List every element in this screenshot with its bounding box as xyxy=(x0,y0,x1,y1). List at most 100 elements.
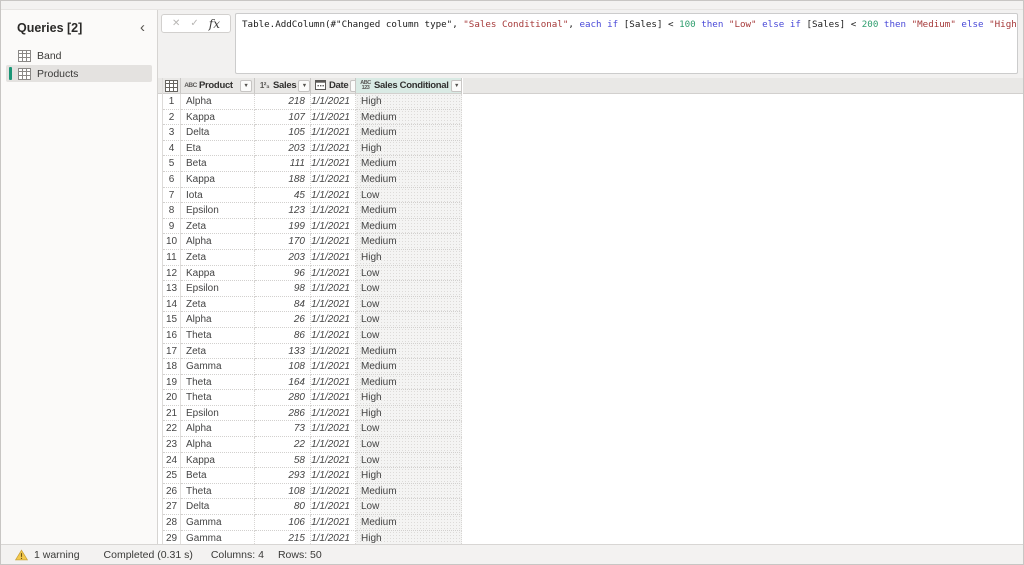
cell-sales[interactable]: 80 xyxy=(255,499,311,515)
select-all-button[interactable] xyxy=(163,78,181,94)
cell-sales[interactable]: 86 xyxy=(255,328,311,344)
cell-product[interactable]: Delta xyxy=(181,499,255,515)
cell-product[interactable]: Iota xyxy=(181,188,255,204)
cell-date[interactable]: 1/1/2021 xyxy=(311,281,356,297)
cell-date[interactable]: 1/1/2021 xyxy=(311,390,356,406)
cell-sales-conditional[interactable]: Medium xyxy=(356,203,462,219)
cell-date[interactable]: 1/1/2021 xyxy=(311,468,356,484)
row-number[interactable]: 14 xyxy=(163,297,181,313)
cell-date[interactable]: 1/1/2021 xyxy=(311,375,356,391)
cell-date[interactable]: 1/1/2021 xyxy=(311,453,356,469)
cell-sales[interactable]: 123 xyxy=(255,203,311,219)
row-number[interactable]: 21 xyxy=(163,406,181,422)
cell-sales-conditional[interactable]: High xyxy=(356,406,462,422)
cell-sales-conditional[interactable]: Low xyxy=(356,328,462,344)
cell-product[interactable]: Theta xyxy=(181,375,255,391)
cell-sales[interactable]: 26 xyxy=(255,312,311,328)
cell-sales-conditional[interactable]: High xyxy=(356,531,462,544)
filter-dropdown-sales-conditional[interactable]: ▼ xyxy=(451,80,462,92)
cell-product[interactable]: Zeta xyxy=(181,344,255,360)
cell-product[interactable]: Zeta xyxy=(181,297,255,313)
cell-date[interactable]: 1/1/2021 xyxy=(311,188,356,204)
cell-product[interactable]: Beta xyxy=(181,468,255,484)
query-item-band[interactable]: Band xyxy=(6,47,152,64)
cell-sales[interactable]: 22 xyxy=(255,437,311,453)
cell-date[interactable]: 1/1/2021 xyxy=(311,406,356,422)
row-number[interactable]: 8 xyxy=(163,203,181,219)
cell-sales-conditional[interactable]: Medium xyxy=(356,515,462,531)
row-number[interactable]: 18 xyxy=(163,359,181,375)
filter-dropdown-sales[interactable]: ▼ xyxy=(298,80,310,92)
filter-dropdown-product[interactable]: ▼ xyxy=(240,80,252,92)
cell-sales-conditional[interactable]: Low xyxy=(356,499,462,515)
cell-product[interactable]: Theta xyxy=(181,484,255,500)
cell-sales[interactable]: 45 xyxy=(255,188,311,204)
cell-product[interactable]: Gamma xyxy=(181,531,255,544)
row-number[interactable]: 2 xyxy=(163,110,181,126)
row-number[interactable]: 1 xyxy=(163,94,181,110)
row-number[interactable]: 10 xyxy=(163,234,181,250)
column-header-date[interactable]: Date▼ xyxy=(311,78,356,94)
collapse-panel-icon[interactable]: ‹ xyxy=(140,23,145,33)
cell-sales[interactable]: 203 xyxy=(255,141,311,157)
cell-sales-conditional[interactable]: Low xyxy=(356,281,462,297)
cell-product[interactable]: Epsilon xyxy=(181,281,255,297)
row-number[interactable]: 17 xyxy=(163,344,181,360)
cell-date[interactable]: 1/1/2021 xyxy=(311,266,356,282)
cell-date[interactable]: 1/1/2021 xyxy=(311,531,356,544)
cell-sales[interactable]: 293 xyxy=(255,468,311,484)
cell-date[interactable]: 1/1/2021 xyxy=(311,297,356,313)
cell-product[interactable]: Kappa xyxy=(181,110,255,126)
cell-sales[interactable]: 98 xyxy=(255,281,311,297)
row-number[interactable]: 20 xyxy=(163,390,181,406)
cell-sales[interactable]: 164 xyxy=(255,375,311,391)
cell-product[interactable]: Epsilon xyxy=(181,406,255,422)
cell-sales[interactable]: 133 xyxy=(255,344,311,360)
cell-sales[interactable]: 215 xyxy=(255,531,311,544)
row-number[interactable]: 16 xyxy=(163,328,181,344)
row-number[interactable]: 4 xyxy=(163,141,181,157)
cell-sales[interactable]: 280 xyxy=(255,390,311,406)
formula-input[interactable]: Table.AddColumn(#"Changed column type", … xyxy=(235,13,1018,74)
column-header-sales-conditional[interactable]: ABC123Sales Conditional▼ xyxy=(356,78,462,94)
cell-sales-conditional[interactable]: Medium xyxy=(356,156,462,172)
cell-sales[interactable]: 170 xyxy=(255,234,311,250)
cell-product[interactable]: Gamma xyxy=(181,515,255,531)
cell-date[interactable]: 1/1/2021 xyxy=(311,499,356,515)
cell-product[interactable]: Alpha xyxy=(181,312,255,328)
cell-product[interactable]: Alpha xyxy=(181,421,255,437)
cell-sales-conditional[interactable]: High xyxy=(356,468,462,484)
cell-product[interactable]: Zeta xyxy=(181,219,255,235)
cell-sales-conditional[interactable]: Medium xyxy=(356,344,462,360)
cell-sales[interactable]: 96 xyxy=(255,266,311,282)
query-item-products[interactable]: Products xyxy=(6,65,152,82)
cancel-icon[interactable]: ✕ xyxy=(172,19,180,29)
cell-product[interactable]: Zeta xyxy=(181,250,255,266)
cell-sales[interactable]: 105 xyxy=(255,125,311,141)
cell-product[interactable]: Gamma xyxy=(181,359,255,375)
row-number[interactable]: 5 xyxy=(163,156,181,172)
row-number[interactable]: 11 xyxy=(163,250,181,266)
cell-sales[interactable]: 108 xyxy=(255,484,311,500)
cell-sales-conditional[interactable]: Low xyxy=(356,266,462,282)
cell-sales[interactable]: 188 xyxy=(255,172,311,188)
cell-sales-conditional[interactable]: High xyxy=(356,390,462,406)
cell-date[interactable]: 1/1/2021 xyxy=(311,156,356,172)
row-number[interactable]: 12 xyxy=(163,266,181,282)
cell-sales-conditional[interactable]: Medium xyxy=(356,234,462,250)
row-number[interactable]: 24 xyxy=(163,453,181,469)
cell-date[interactable]: 1/1/2021 xyxy=(311,94,356,110)
cell-sales-conditional[interactable]: High xyxy=(356,141,462,157)
row-number[interactable]: 22 xyxy=(163,421,181,437)
cell-date[interactable]: 1/1/2021 xyxy=(311,234,356,250)
cell-sales-conditional[interactable]: High xyxy=(356,94,462,110)
cell-date[interactable]: 1/1/2021 xyxy=(311,437,356,453)
cell-date[interactable]: 1/1/2021 xyxy=(311,125,356,141)
row-number[interactable]: 6 xyxy=(163,172,181,188)
cell-product[interactable]: Alpha xyxy=(181,234,255,250)
cell-date[interactable]: 1/1/2021 xyxy=(311,110,356,126)
cell-date[interactable]: 1/1/2021 xyxy=(311,312,356,328)
cell-sales-conditional[interactable]: Medium xyxy=(356,110,462,126)
cell-product[interactable]: Beta xyxy=(181,156,255,172)
cell-sales-conditional[interactable]: Medium xyxy=(356,375,462,391)
